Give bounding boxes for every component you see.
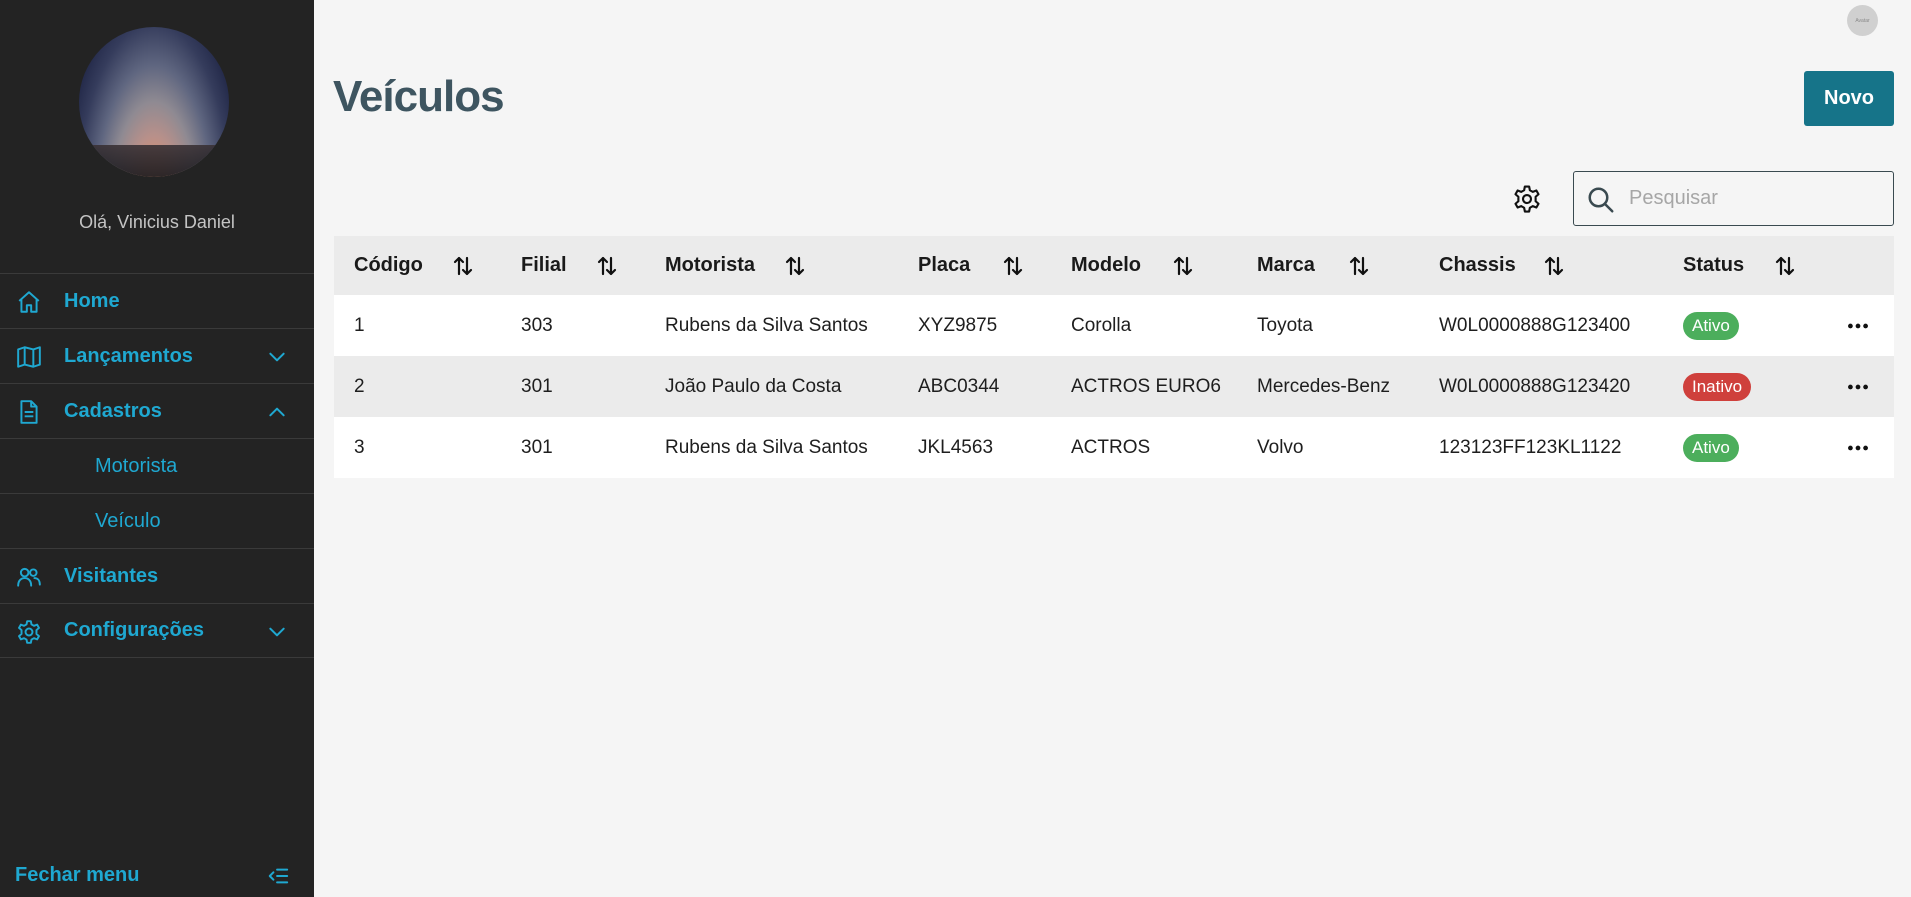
table-row[interactable]: 2 301 João Paulo da Costa ABC0344 ACTROS… [334, 356, 1894, 417]
cell-codigo: 2 [354, 375, 365, 397]
collapse-menu-icon[interactable] [266, 865, 290, 887]
user-avatar-text: Avatar [1855, 17, 1870, 24]
new-button[interactable]: Novo [1804, 71, 1894, 126]
cell-placa: JKL4563 [918, 436, 994, 458]
sidebar-item-lancamentos[interactable]: Lançamentos [0, 328, 314, 383]
sidebar-item-label: Cadastros [64, 399, 162, 422]
cell-codigo: 1 [354, 314, 365, 336]
sidebar-subitem-motorista[interactable]: Motorista [0, 438, 314, 493]
sort-icon[interactable] [1773, 254, 1797, 278]
cell-chassis: W0L0000888G123420 [1439, 375, 1631, 397]
more-options-icon[interactable] [1845, 435, 1871, 461]
column-header-modelo[interactable]: Modelo [1071, 236, 1141, 295]
cell-chassis: 123123FF123KL1122 [1439, 436, 1622, 458]
chevron-down-icon [269, 352, 285, 362]
sidebar-item-label: Lançamentos [64, 344, 193, 367]
cell-modelo: ACTROS EURO6 [1071, 375, 1221, 397]
cell-placa: ABC0344 [918, 375, 1000, 397]
column-header-marca[interactable]: Marca [1257, 236, 1315, 295]
page-title: Veículos [333, 72, 505, 121]
sort-icon[interactable] [1347, 254, 1371, 278]
cell-chassis: W0L0000888G123400 [1439, 314, 1631, 336]
status-badge: Ativo [1683, 312, 1739, 340]
search-input[interactable] [1629, 182, 1879, 215]
chevron-down-icon [269, 627, 285, 637]
cell-motorista: Rubens da Silva Santos [665, 436, 868, 458]
search-box [1573, 171, 1894, 226]
sidebar-item-label: Visitantes [64, 564, 159, 587]
sidebar-item-configuracoes[interactable]: Configurações [0, 603, 314, 658]
more-options-icon[interactable] [1845, 313, 1871, 339]
cell-placa: XYZ9875 [918, 314, 998, 336]
vehicles-table: Código Filial Motorista Placa Modelo Mar… [334, 236, 1894, 478]
sidebar-subitem-label: Motorista [95, 454, 178, 477]
cell-marca: Volvo [1257, 436, 1304, 458]
sidebar-nav: Home Lançamentos Cadastros Motorista Veí… [0, 273, 314, 658]
cell-modelo: ACTROS [1071, 436, 1151, 458]
search-icon [1588, 187, 1614, 213]
sidebar: Olá, Vinicius Daniel Home Lançamentos Ca… [0, 0, 314, 897]
cell-motorista: João Paulo da Costa [665, 375, 842, 397]
cell-filial: 301 [521, 436, 553, 458]
gear-icon[interactable] [1512, 184, 1542, 214]
sidebar-subitem-label: Veículo [95, 509, 161, 532]
chevron-up-icon [269, 407, 285, 417]
column-header-status[interactable]: Status [1683, 236, 1744, 295]
gear-icon [18, 620, 40, 644]
sidebar-item-visitantes[interactable]: Visitantes [0, 548, 314, 603]
cell-filial: 301 [521, 375, 553, 397]
status-badge: Ativo [1683, 434, 1739, 462]
sort-icon[interactable] [1001, 254, 1025, 278]
users-icon [17, 567, 41, 587]
close-menu-link[interactable]: Fechar menu [15, 864, 139, 887]
sort-icon[interactable] [1171, 254, 1195, 278]
column-header-placa[interactable]: Placa [918, 236, 970, 295]
column-header-motorista[interactable]: Motorista [665, 236, 755, 295]
user-avatar[interactable]: Avatar [1847, 5, 1878, 36]
sort-icon[interactable] [1542, 254, 1566, 278]
profile-avatar [79, 27, 229, 177]
more-options-icon[interactable] [1845, 374, 1871, 400]
greeting-text: Olá, Vinicius Daniel [79, 212, 235, 232]
table-row[interactable]: 1 303 Rubens da Silva Santos XYZ9875 Cor… [334, 295, 1894, 356]
sidebar-item-label: Home [64, 289, 120, 312]
sidebar-item-home[interactable]: Home [0, 273, 314, 328]
sort-icon[interactable] [451, 254, 475, 278]
sort-icon[interactable] [595, 254, 619, 278]
cell-marca: Toyota [1257, 314, 1313, 336]
cell-motorista: Rubens da Silva Santos [665, 314, 868, 336]
sidebar-item-cadastros[interactable]: Cadastros [0, 383, 314, 438]
status-badge: Inativo [1683, 373, 1752, 401]
sort-icon[interactable] [783, 254, 807, 278]
sidebar-item-label: Configurações [64, 619, 205, 641]
sidebar-subitem-veiculo[interactable]: Veículo [0, 493, 314, 548]
document-icon [20, 400, 38, 424]
cell-marca: Mercedes-Benz [1257, 375, 1391, 397]
cell-codigo: 3 [354, 436, 365, 458]
column-header-codigo[interactable]: Código [354, 236, 423, 295]
home-icon [18, 291, 40, 313]
book-icon [17, 346, 41, 368]
column-header-chassis[interactable]: Chassis [1439, 236, 1516, 295]
table-row[interactable]: 3 301 Rubens da Silva Santos JKL4563 ACT… [334, 417, 1894, 478]
cell-filial: 303 [521, 314, 553, 336]
column-header-filial[interactable]: Filial [521, 236, 567, 295]
cell-modelo: Corolla [1071, 314, 1132, 336]
table-header: Código Filial Motorista Placa Modelo Mar… [334, 236, 1894, 295]
